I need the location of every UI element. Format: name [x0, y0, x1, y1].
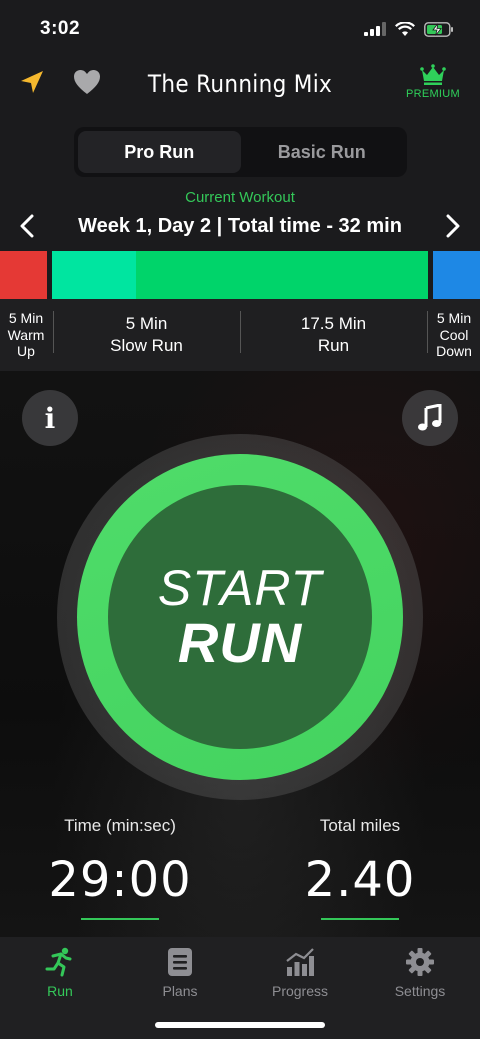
previous-workout-button[interactable]: [14, 213, 40, 239]
miles-stat-value: 2.40: [304, 852, 416, 908]
start-run-button[interactable]: START RUN: [108, 485, 372, 749]
segment-run-duration: 17.5 Min: [300, 313, 367, 333]
segment-cooldown-name-2: Down: [436, 343, 472, 360]
segment-run-label: 17.5 Min Run: [241, 299, 426, 371]
segment-slow-run-duration: 5 Min: [125, 313, 168, 333]
time-stat: Time (min:sec) 29:00: [30, 816, 210, 920]
segment-run-name: Run: [317, 336, 350, 355]
tab-plans-label: Plans: [162, 983, 198, 999]
segment-cooldown-label: 5 Min Cool Down: [428, 299, 480, 371]
progress-chart-icon: [286, 948, 314, 976]
segment-cooldown-duration: 5 Min: [436, 309, 472, 326]
time-stat-value: 29:00: [48, 852, 192, 908]
time-stat-underline: [81, 918, 159, 920]
wifi-icon: [395, 21, 415, 36]
workout-selector: Week 1, Day 2 | Total time - 32 min: [0, 207, 480, 245]
workout-segment-labels: 5 Min Warm Up 5 Min Slow Run 17.5 Min Ru…: [0, 299, 480, 371]
segment-cooldown-block: [433, 251, 480, 299]
miles-stat-underline: [321, 918, 399, 920]
next-workout-button[interactable]: [440, 213, 466, 239]
home-indicator: [155, 1022, 325, 1028]
crown-icon: [420, 64, 446, 85]
gear-icon: [406, 948, 434, 976]
battery-charging-icon: [424, 21, 453, 37]
run-mode-toggle: Pro Run Basic Run: [74, 127, 407, 177]
segment-slow-run-block: [52, 251, 136, 299]
basic-run-tab[interactable]: Basic Run: [241, 131, 404, 173]
chevron-right-icon: [446, 214, 460, 238]
premium-button[interactable]: PREMIUM: [406, 64, 460, 100]
workout-segment-bar: [0, 251, 480, 299]
premium-label: PREMIUM: [405, 88, 460, 100]
workout-title: Week 1, Day 2 | Total time - 32 min: [78, 214, 402, 237]
signal-icon: [364, 22, 386, 36]
segment-warmup-duration: 5 Min: [8, 309, 44, 326]
run-hero: i START RUN Time (min:sec) 29:00 Total m…: [0, 371, 480, 937]
segment-warmup-name-2: Up: [17, 343, 35, 360]
segment-slow-run-name: Slow Run: [110, 336, 183, 355]
tab-progress-label: Progress: [271, 983, 329, 999]
nav-bar: The Running Mix PREMIUM: [0, 58, 480, 110]
info-button[interactable]: i: [22, 390, 78, 446]
tab-settings-label: Settings: [394, 983, 446, 999]
runner-icon: [45, 947, 72, 977]
start-run-label-start: START: [157, 560, 323, 616]
segment-slow-run-label: 5 Min Slow Run: [54, 299, 239, 371]
start-run-label-run: RUN: [177, 611, 303, 674]
current-workout-label: Current Workout: [185, 189, 295, 206]
tab-run[interactable]: Run: [0, 937, 120, 1039]
miles-stat-label: Total miles: [319, 816, 401, 835]
segment-warmup-name-1: Warm: [7, 326, 45, 343]
music-note-icon: [418, 404, 442, 431]
miles-stat: Total miles 2.40: [270, 816, 450, 920]
status-bar: 3:02: [0, 0, 480, 58]
pro-run-tab[interactable]: Pro Run: [78, 131, 241, 173]
segment-warmup-block: [0, 251, 47, 299]
time-stat-label: Time (min:sec): [64, 816, 176, 835]
segment-run-block: [136, 251, 428, 299]
chevron-left-icon: [20, 214, 34, 238]
status-time: 3:02: [40, 18, 81, 39]
status-icons: [364, 21, 454, 37]
segment-warmup-label: 5 Min Warm Up: [0, 299, 52, 371]
info-icon: i: [44, 401, 56, 435]
tab-settings[interactable]: Settings: [360, 937, 480, 1039]
tab-run-label: Run: [47, 983, 73, 999]
music-button[interactable]: [402, 390, 458, 446]
plans-icon: [168, 948, 192, 976]
segment-cooldown-name-1: Cool: [439, 326, 469, 343]
